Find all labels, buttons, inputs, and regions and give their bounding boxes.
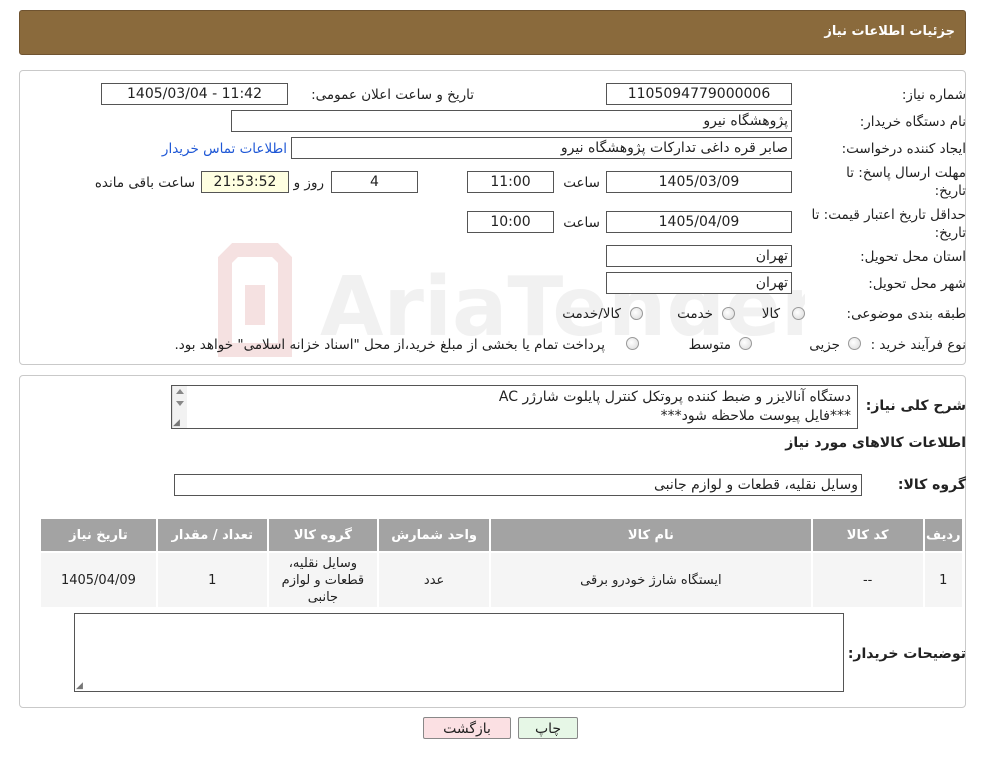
validity-label-date: تاریخ:	[934, 225, 966, 241]
buyer-org-label: نام دستگاه خریدار:	[859, 114, 966, 130]
payment-checkbox[interactable]	[626, 337, 639, 350]
buyer-notes-label: توضیحات خریدار:	[847, 646, 966, 662]
col-date: تاریخ نیاز	[39, 517, 158, 553]
goods-table: ردیف کد کالا نام کالا واحد شمارش گروه کا…	[39, 517, 965, 609]
col-qty: تعداد / مقدار	[155, 517, 269, 553]
summary-textarea[interactable]: دستگاه آنالایزر و ضبط کننده پروتکل کنترل…	[171, 385, 858, 429]
col-name: نام کالا	[488, 517, 813, 553]
days-field: 4	[331, 171, 418, 193]
col-group: گروه کالا	[266, 517, 380, 553]
page-header: جزئیات اطلاعات نیاز	[19, 10, 966, 55]
resize-handle-icon[interactable]: ◢	[76, 681, 86, 691]
deadline-label-date: تاریخ:	[934, 183, 966, 199]
need-number-label: شماره نیاز:	[901, 87, 966, 103]
buyer-org-field: پژوهشگاه نیرو	[231, 110, 792, 132]
scroll-down-icon[interactable]	[176, 401, 184, 406]
creator-field: صابر قره داغی تدارکات پژوهشگاه نیرو	[291, 137, 792, 159]
process-radio-medium[interactable]	[739, 337, 752, 350]
goods-group-field: وسایل نقلیه، قطعات و لوازم جانبی	[174, 474, 862, 496]
category-radio-goods-service[interactable]	[630, 307, 643, 320]
category-radio-service[interactable]	[722, 307, 735, 320]
scroll-up-icon[interactable]	[176, 389, 184, 394]
page-title: جزئیات اطلاعات نیاز	[824, 24, 955, 39]
creator-label: ایجاد کننده درخواست:	[841, 141, 966, 157]
goods-group-label: گروه کالا:	[897, 477, 966, 493]
process-option-minor: جزیی	[809, 337, 840, 353]
cell-name: ایستگاه شارژ خودرو برقی	[488, 551, 813, 609]
announce-label: تاریخ و ساعت اعلان عمومی:	[311, 87, 474, 103]
cell-date: 1405/04/09	[39, 551, 158, 609]
summary-line-1: دستگاه آنالایزر و ضبط کننده پروتکل کنترل…	[498, 389, 851, 405]
process-label: نوع فرآیند خرید :	[870, 337, 966, 353]
goods-info-title: اطلاعات کالاهای مورد نیاز	[785, 435, 966, 451]
category-option-goods-service: کالا/خدمت	[562, 306, 621, 322]
table-header-row: ردیف کد کالا نام کالا واحد شمارش گروه کا…	[39, 517, 965, 553]
cell-qty: 1	[155, 551, 269, 609]
validity-date-field: 1405/04/09	[606, 211, 792, 233]
cell-group: وسایل نقلیه، قطعات و لوازم جانبی	[266, 551, 380, 609]
cell-unit: عدد	[377, 551, 491, 609]
province-field: تهران	[606, 245, 792, 267]
validity-hour-label: ساعت	[563, 215, 600, 231]
payment-note: پرداخت تمام یا بخشی از مبلغ خرید،از محل …	[174, 337, 605, 353]
col-code: کد کالا	[810, 517, 925, 553]
process-option-medium: متوسط	[688, 337, 731, 353]
back-button[interactable]: بازگشت	[423, 717, 511, 739]
buyer-contact-link[interactable]: اطلاعات تماس خریدار	[162, 141, 287, 157]
col-row: ردیف	[922, 517, 965, 553]
category-option-goods: کالا	[761, 306, 780, 322]
category-label: طبقه بندی موضوعی:	[846, 306, 966, 322]
deadline-time-field: 11:00	[467, 171, 554, 193]
summary-line-2: ***فایل پیوست ملاحظه شود***	[660, 408, 851, 424]
resize-handle-icon[interactable]: ◢	[173, 418, 183, 428]
deadline-hour-label: ساعت	[563, 175, 600, 191]
announce-field: 1405/03/04 - 11:42	[101, 83, 288, 105]
need-number-field: 1105094779000006	[606, 83, 792, 105]
summary-label: شرح کلی نیاز:	[865, 398, 966, 414]
deadline-label: مهلت ارسال پاسخ: تا	[846, 165, 966, 181]
cell-code: --	[810, 551, 925, 609]
remaining-time-field: 21:53:52	[201, 171, 289, 193]
province-label: استان محل تحویل:	[860, 249, 966, 265]
deadline-date-field: 1405/03/09	[606, 171, 792, 193]
validity-label: حداقل تاریخ اعتبار قیمت: تا	[811, 207, 966, 223]
cell-row: 1	[922, 551, 965, 609]
print-button[interactable]: چاپ	[518, 717, 578, 739]
validity-time-field: 10:00	[467, 211, 554, 233]
remaining-label: ساعت باقی مانده	[94, 175, 195, 191]
category-option-service: خدمت	[677, 306, 713, 322]
city-label: شهر محل تحویل:	[868, 276, 966, 292]
table-row: 1 -- ایستگاه شارژ خودرو برقی عدد وسایل ن…	[39, 551, 965, 609]
days-label: روز و	[293, 175, 324, 191]
category-radio-goods[interactable]	[792, 307, 805, 320]
process-radio-minor[interactable]	[848, 337, 861, 350]
city-field: تهران	[606, 272, 792, 294]
buyer-notes-textarea[interactable]: ◢	[74, 613, 844, 692]
col-unit: واحد شمارش	[377, 517, 491, 553]
